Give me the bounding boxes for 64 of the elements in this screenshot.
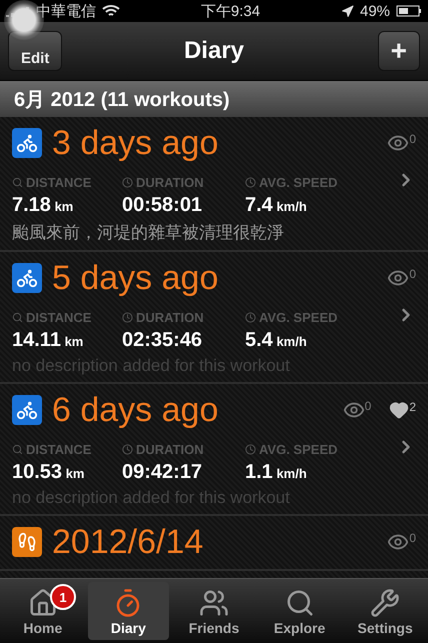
stat-label: AVG. SPEED <box>245 175 396 190</box>
cycling-icon <box>12 395 42 425</box>
like-count: 2 <box>409 400 416 414</box>
tab-item[interactable]: Settings <box>344 582 426 640</box>
stat-value: 7.4 km/h <box>245 194 308 217</box>
search-icon <box>284 588 315 618</box>
carrier-name: 中華電信 <box>36 2 96 20</box>
screen-title: Diary <box>184 37 244 65</box>
status-time: 下午9:34 <box>200 2 260 20</box>
workout-row[interactable]: 3 days ago 0 DISTANCE DURATION AVG. SPEED 7.18 km 00:58:01 7.4 km/h 颱風來前，河堤的雜草被清理很乾淨 <box>0 117 428 252</box>
people-icon <box>198 588 229 618</box>
stat-value: 02:35:46 <box>122 329 204 352</box>
workout-title: 6 days ago <box>52 390 220 430</box>
stat-value: 09:42:17 <box>122 461 204 484</box>
view-count: 0 <box>409 132 416 146</box>
stat-value: 7.18 km <box>12 194 74 217</box>
battery-percent: 49% <box>360 2 390 20</box>
stat-label: DISTANCE <box>12 175 122 190</box>
search-icon <box>12 444 23 455</box>
workout-title: 5 days ago <box>52 258 220 298</box>
wrench-icon <box>370 588 400 618</box>
location-icon <box>340 4 354 18</box>
clock-icon <box>122 312 133 323</box>
battery-icon <box>396 5 422 17</box>
search-icon <box>12 312 23 323</box>
wifi-icon <box>102 4 120 18</box>
cycling-icon <box>12 263 42 293</box>
tab-item[interactable]: Friends <box>173 582 255 640</box>
add-button[interactable]: + <box>378 31 420 71</box>
walking-icon <box>12 527 42 557</box>
stat-value: 1.1 km/h <box>245 461 308 484</box>
section-header: 6月 2012 (11 workouts) <box>0 81 428 117</box>
stat-label: DURATION <box>122 175 245 190</box>
notification-badge: 1 <box>50 584 76 610</box>
stat-label: AVG. SPEED <box>245 310 396 325</box>
stat-label: DURATION <box>122 310 245 325</box>
tab-item[interactable]: Explore <box>258 582 340 640</box>
clock-icon <box>122 444 133 455</box>
heart-icon <box>389 400 410 420</box>
tab-item[interactable]: Home 1 <box>2 582 84 640</box>
stat-value: 14.11 km <box>12 329 84 352</box>
stat-label: DISTANCE <box>12 310 122 325</box>
stat-value: 10.53 km <box>12 461 86 484</box>
view-count: 0 <box>364 399 372 413</box>
stat-label: AVG. SPEED <box>245 442 396 457</box>
stat-label: DURATION <box>122 442 245 457</box>
clock-icon <box>245 177 256 188</box>
home-icon <box>28 588 58 618</box>
clock-icon <box>245 312 256 323</box>
clock-icon <box>245 444 256 455</box>
stat-value: 00:58:01 <box>122 194 204 217</box>
stat-value: 5.4 km/h <box>245 329 308 352</box>
workout-title: 2012/6/14 <box>52 522 204 562</box>
view-count: 0 <box>409 267 416 281</box>
workout-row[interactable]: 2012/6/14 0 <box>0 516 428 571</box>
clock-icon <box>122 177 133 188</box>
workout-title: 3 days ago <box>52 124 220 162</box>
search-icon <box>12 177 23 188</box>
cycling-icon <box>12 128 42 158</box>
edit-button[interactable]: Edit <box>8 31 62 71</box>
view-count: 0 <box>409 531 416 545</box>
workout-description: 颱風來前，河堤的雜草被清理很乾淨 <box>12 222 285 244</box>
tab-item[interactable]: Diary <box>88 582 170 640</box>
stat-label: DISTANCE <box>12 442 122 457</box>
